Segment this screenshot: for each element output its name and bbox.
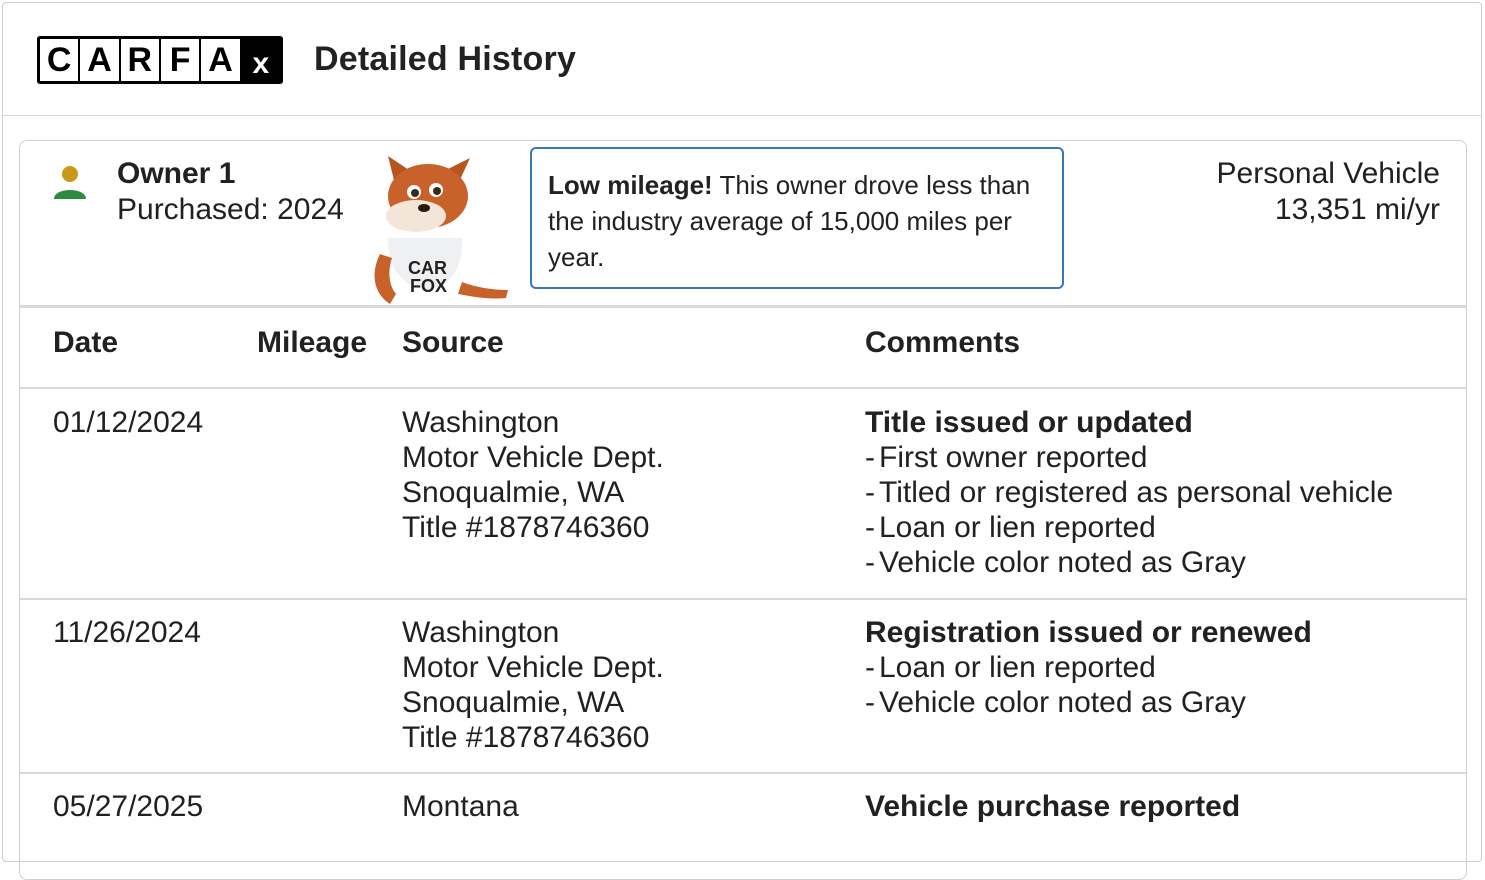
page-title: Detailed History (314, 40, 577, 78)
source-line: Title #1878746360 (402, 511, 650, 544)
comment-item: - First owner reported (865, 441, 1148, 474)
mascot-shirt-text-line: CAR (408, 258, 447, 278)
logo-letter: R (120, 39, 159, 81)
source-line: Motor Vehicle Dept. (402, 651, 664, 684)
logo-letter: A (80, 39, 119, 81)
callout-highlight: Low mileage! (548, 170, 713, 200)
source-line: Washington (402, 616, 560, 649)
source-line: Washington (402, 406, 560, 439)
row-source: Washington Motor Vehicle Dept. Snoqualmi… (402, 405, 664, 545)
vehicle-use-type: Personal Vehicle (1216, 157, 1440, 190)
source-line: Snoqualmie, WA (402, 476, 625, 509)
logo-letter: A (201, 39, 240, 81)
column-header-date: Date (53, 326, 119, 359)
table-divider (20, 772, 1466, 774)
logo-letter: F (160, 39, 200, 81)
source-line: Montana (402, 790, 519, 823)
logo-letter: C (40, 39, 79, 81)
low-mileage-callout: Low mileage! This owner drove less than … (530, 147, 1064, 289)
column-header-source: Source (402, 326, 504, 359)
person-icon (54, 166, 86, 199)
comment-title: Registration issued or renewed (865, 616, 1312, 649)
report-header: C A R F A x Detailed History (2, 2, 1482, 116)
comment-item: - Vehicle color noted as Gray (865, 686, 1246, 719)
row-comments: Vehicle purchase reported (865, 789, 1240, 824)
logo-letter: x (241, 39, 280, 81)
owner-name: Owner 1 (117, 157, 236, 190)
comment-item: - Titled or registered as personal vehicl… (865, 476, 1394, 509)
row-source: Washington Motor Vehicle Dept. Snoqualmi… (402, 615, 664, 755)
row-comments: Title issued or updated - First owner rep… (865, 405, 1393, 580)
row-date: 01/12/2024 (53, 406, 204, 439)
comment-item: - Vehicle color noted as Gray (865, 546, 1246, 579)
source-line: Motor Vehicle Dept. (402, 441, 664, 474)
carfox-mascot-icon: CAR FOX (374, 156, 508, 304)
column-header-comments: Comments (865, 326, 1021, 359)
row-date: 11/26/2024 (53, 616, 201, 649)
miles-per-year: 13,351 mi/yr (1274, 193, 1440, 226)
table-divider (20, 387, 1466, 389)
source-line: Snoqualmie, WA (402, 686, 625, 719)
comment-title: Vehicle purchase reported (865, 790, 1241, 823)
comment-title: Title issued or updated (865, 406, 1193, 439)
row-source: Montana (402, 789, 519, 824)
mascot-shirt-text-line: FOX (410, 276, 447, 296)
column-header-mileage: Mileage (257, 326, 368, 359)
source-line: Title #1878746360 (402, 721, 650, 754)
comment-item: - Loan or lien reported (865, 511, 1156, 544)
carfax-logo: C A R F A x (37, 36, 283, 84)
row-date: 05/27/2025 (53, 790, 204, 823)
owner-purchased-year: Purchased: 2024 (117, 193, 344, 226)
comment-item: - Loan or lien reported (865, 651, 1156, 684)
row-comments: Registration issued or renewed - Loan or … (865, 615, 1312, 720)
table-divider (20, 598, 1466, 600)
